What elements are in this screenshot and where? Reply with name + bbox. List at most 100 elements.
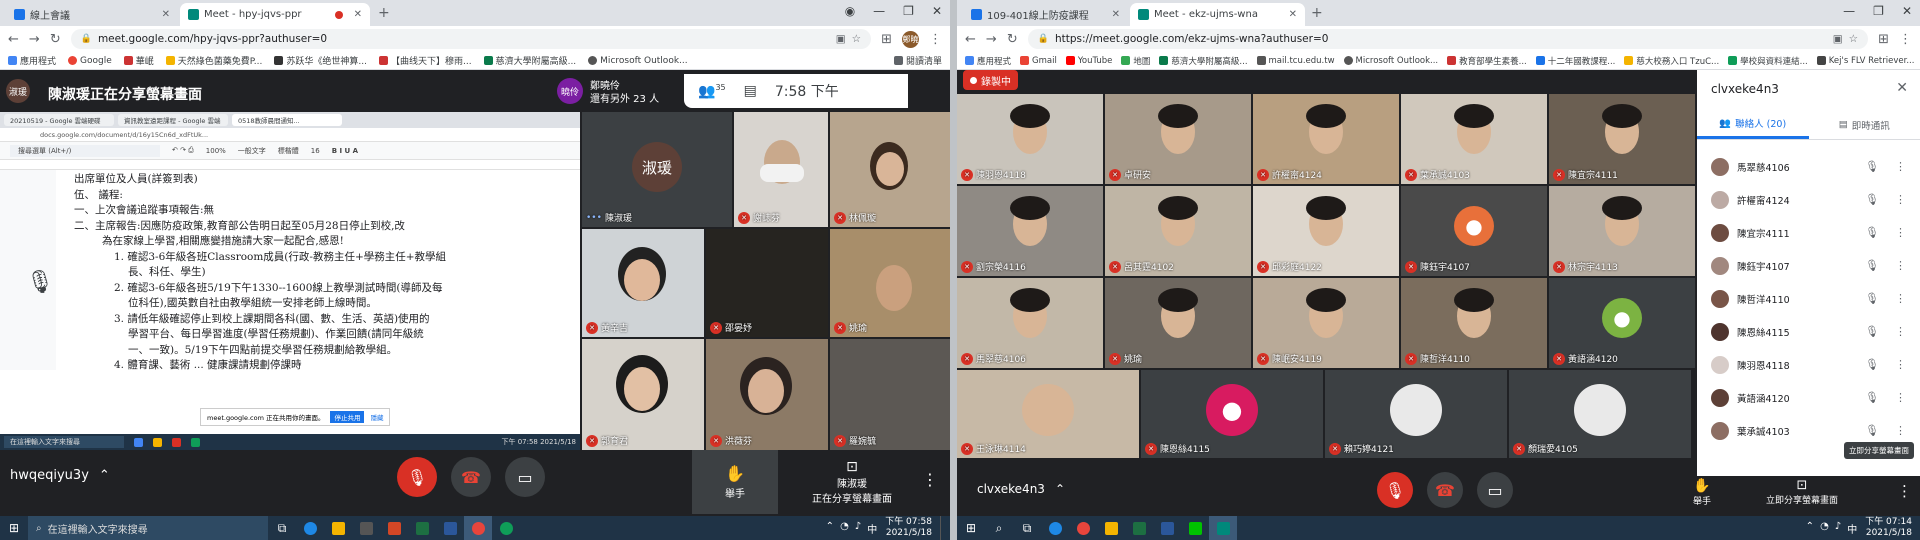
chrome-icon[interactable] bbox=[464, 516, 492, 540]
show-desktop[interactable] bbox=[940, 516, 950, 540]
participant-tile[interactable]: ✕ 劉宗榮4116 bbox=[957, 186, 1103, 276]
address-bar[interactable]: 🔒 https://meet.google.com/ekz-ujms-wna?a… bbox=[1027, 29, 1869, 49]
forward-icon[interactable]: → bbox=[29, 32, 40, 47]
participant-tile[interactable]: ✕ 陳宜宗4111 bbox=[1549, 94, 1695, 184]
back-icon[interactable]: ← bbox=[8, 32, 19, 47]
chat-icon[interactable]: ▤ bbox=[744, 83, 757, 99]
minimize-icon[interactable]: — bbox=[1843, 4, 1855, 18]
participant-tile[interactable]: ✕ 呂其霆4102 bbox=[1105, 186, 1251, 276]
profile-icon[interactable]: ◉ bbox=[845, 4, 855, 18]
bookmark[interactable]: Gmail bbox=[1020, 56, 1057, 66]
excel-icon[interactable] bbox=[408, 516, 436, 540]
star-icon[interactable]: ☆ bbox=[852, 33, 861, 45]
bookmark[interactable]: 教育部學生素養... bbox=[1447, 55, 1527, 67]
edge-icon[interactable] bbox=[492, 516, 520, 540]
restore-icon[interactable]: ❐ bbox=[1873, 4, 1884, 18]
participant-tile[interactable]: ✕ 葉承誠4103 bbox=[1401, 94, 1547, 184]
forward-icon[interactable]: → bbox=[986, 32, 997, 47]
minimize-icon[interactable]: — bbox=[873, 4, 885, 18]
participant-tile[interactable]: ✕ 洪薇芬 bbox=[706, 339, 828, 450]
reload-icon[interactable]: ↻ bbox=[50, 32, 61, 47]
tab-people[interactable]: 👥 聯絡人 (20) bbox=[1697, 110, 1809, 139]
menu-icon[interactable]: ⋮ bbox=[929, 32, 942, 47]
participant-row[interactable]: 許櫂甯4124 🎙 ⋮ bbox=[1697, 183, 1920, 216]
participant-tile[interactable]: ✕ 馬翠慈4106 bbox=[957, 278, 1103, 368]
chevron-up-icon[interactable]: ⌃ bbox=[826, 521, 834, 536]
camera-toggle-button[interactable]: ▭ bbox=[505, 457, 545, 497]
close-icon[interactable]: ✕ bbox=[1112, 9, 1120, 20]
mic-off-icon[interactable]: 🎙 bbox=[1865, 325, 1879, 338]
participant-row[interactable]: 黃語涵4120 🎙 ⋮ bbox=[1697, 381, 1920, 414]
chrome-icon[interactable] bbox=[1069, 516, 1097, 540]
participant-tile[interactable]: ✕ 林佩璇 bbox=[830, 112, 950, 227]
participant-tile[interactable]: ✕ 許櫂甯4124 bbox=[1253, 94, 1399, 184]
profile-avatar[interactable]: 鄭曉 bbox=[902, 30, 919, 48]
word-icon[interactable] bbox=[436, 516, 464, 540]
taskbar-search[interactable]: ⌕ 在這裡輸入文字來搜尋 bbox=[28, 516, 268, 540]
tab-chat[interactable]: ▤ 即時通訊 bbox=[1809, 110, 1920, 139]
close-icon[interactable]: ✕ bbox=[354, 9, 362, 20]
bookmark[interactable]: 華岷 bbox=[123, 54, 154, 67]
participant-tile[interactable]: ✕ 羅婉毓 bbox=[830, 339, 950, 450]
participant-tile[interactable]: ✕ 林宗宇4113 bbox=[1549, 186, 1695, 276]
close-window-icon[interactable]: ✕ bbox=[932, 4, 942, 18]
close-icon[interactable]: ✕ bbox=[1289, 9, 1297, 20]
people-icon[interactable]: 👥35 bbox=[698, 83, 726, 100]
bookmark[interactable]: Microsoft Outlook... bbox=[1343, 56, 1438, 66]
participant-tile[interactable]: ✕ 王泳琳4114 bbox=[957, 370, 1139, 458]
participant-row[interactable]: 陳鈺宇4107 🎙 ⋮ bbox=[1697, 249, 1920, 282]
new-tab-icon[interactable]: + bbox=[378, 5, 390, 21]
search-icon[interactable]: ⌕ bbox=[985, 516, 1013, 540]
more-icon[interactable]: ⋮ bbox=[1895, 226, 1906, 239]
meeting-details[interactable]: clvxeke4n3 ⌃ bbox=[977, 482, 1065, 496]
participant-tile[interactable]: ● ✕ 陳鈺宇4107 bbox=[1401, 186, 1547, 276]
participant-tile[interactable]: ✕ 陳岷安4119 bbox=[1253, 278, 1399, 368]
more-icon[interactable]: ⋮ bbox=[1895, 292, 1906, 305]
more-icon[interactable]: ⋮ bbox=[1895, 325, 1906, 338]
restore-icon[interactable]: ❐ bbox=[903, 4, 914, 18]
participant-tile[interactable]: ✕ 卓研安 bbox=[1105, 94, 1251, 184]
participant-tile[interactable]: ✕ 郭育君 bbox=[582, 339, 704, 450]
windows-start-icon[interactable]: ⊞ bbox=[957, 516, 985, 540]
reload-icon[interactable]: ↻ bbox=[1007, 32, 1018, 47]
raise-hand-button[interactable]: ✋ 舉手 bbox=[1667, 470, 1737, 514]
mic-off-icon[interactable]: 🎙 bbox=[1865, 292, 1879, 305]
meet-taskbar-icon[interactable] bbox=[1209, 516, 1237, 540]
participant-row[interactable]: 陳哲洋4110 🎙 ⋮ bbox=[1697, 282, 1920, 315]
ime-icon[interactable]: 中 bbox=[867, 521, 877, 536]
bookmark[interactable]: 慈濟大學附屬高級... bbox=[483, 54, 576, 67]
ime-icon[interactable]: 中 bbox=[1847, 521, 1857, 536]
participant-tile[interactable]: ✕ 顏瑞愛4105 bbox=[1509, 370, 1691, 458]
edge-icon[interactable] bbox=[1041, 516, 1069, 540]
menu-icon[interactable]: ⋮ bbox=[1899, 32, 1912, 47]
participant-tile[interactable]: ✕ 黃辛吉 bbox=[582, 229, 704, 337]
tab-meet[interactable]: Meet - ekz-ujms-wna ✕ bbox=[1130, 3, 1305, 26]
volume-icon[interactable]: ♪ bbox=[855, 521, 861, 536]
present-button[interactable]: ⊡ 立即分享螢幕畫面 bbox=[1747, 470, 1857, 514]
bookmark[interactable]: 應用程式 bbox=[8, 54, 56, 67]
bookmark[interactable]: 應用程式 bbox=[965, 55, 1011, 67]
bookmark[interactable]: 地圖 bbox=[1121, 55, 1150, 67]
new-tab-icon[interactable]: + bbox=[1311, 5, 1323, 21]
media-icon[interactable] bbox=[352, 516, 380, 540]
line-icon[interactable] bbox=[1181, 516, 1209, 540]
mic-toggle-button[interactable]: 🎙 bbox=[1377, 472, 1413, 508]
bookmark[interactable]: 十二年國教課程... bbox=[1535, 55, 1615, 67]
task-view-icon[interactable]: ⧉ bbox=[268, 516, 296, 540]
chevron-up-icon[interactable]: ⌃ bbox=[1806, 521, 1814, 536]
participant-tile[interactable]: ✕ 邵晏妤 bbox=[706, 229, 828, 337]
participant-tile[interactable]: ✕ 姚瑜 bbox=[1105, 278, 1251, 368]
extensions-icon[interactable]: ⊞ bbox=[881, 32, 892, 47]
bookmark[interactable]: Google bbox=[68, 56, 112, 66]
more-icon[interactable]: ⋮ bbox=[1895, 193, 1906, 206]
participant-row[interactable]: 馬翠慈4106 🎙 ⋮ bbox=[1697, 150, 1920, 183]
back-icon[interactable]: ← bbox=[965, 32, 976, 47]
address-bar[interactable]: 🔒 meet.google.com/hpy-jqvs-ppr?authuser=… bbox=[70, 29, 872, 49]
participant-tile[interactable]: 淑瑗 ••• 陳淑瑗 bbox=[582, 112, 732, 227]
task-view-icon[interactable]: ⧉ bbox=[1013, 516, 1041, 540]
camera-toggle-button[interactable]: ▭ bbox=[1477, 472, 1513, 508]
volume-icon[interactable]: ♪ bbox=[1835, 521, 1841, 536]
bookmark[interactable]: Microsoft Outlook... bbox=[588, 56, 688, 66]
bookmark[interactable]: Kej's FLV Retriever... bbox=[1816, 56, 1914, 66]
close-icon[interactable]: ✕ bbox=[162, 9, 170, 20]
